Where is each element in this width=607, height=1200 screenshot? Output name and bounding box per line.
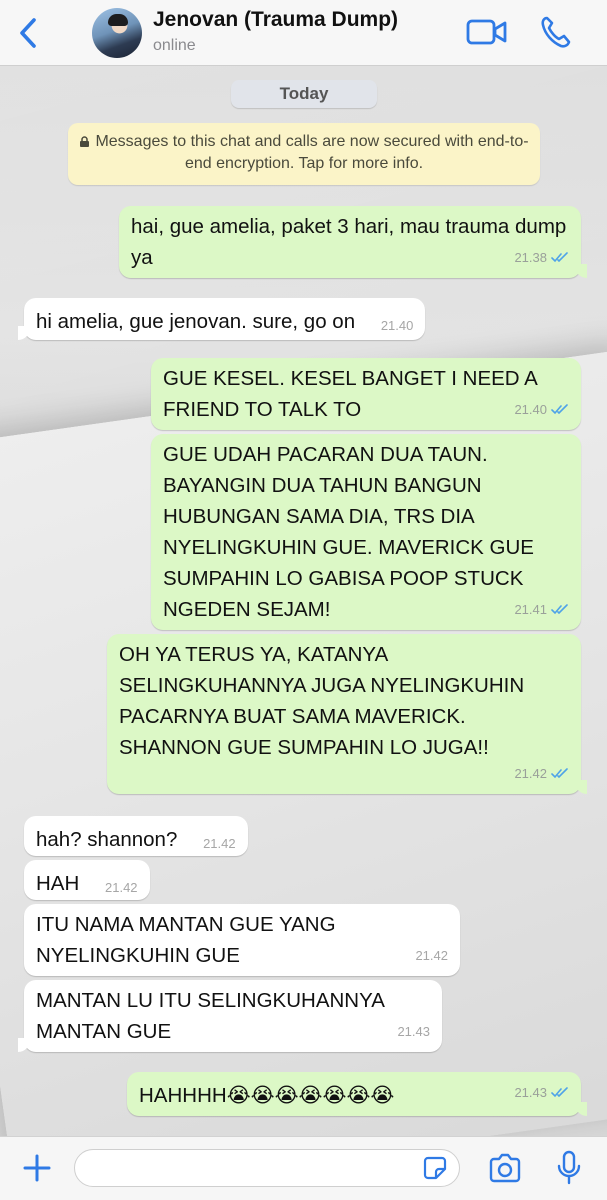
phone-icon [541,16,571,48]
camera-button[interactable] [488,1153,522,1183]
message-meta: 21.40 [381,310,414,341]
message-bubble-incoming[interactable]: MANTAN LU ITU SELINGKUHANNYA MANTAN GUE … [18,980,442,1052]
message-text: HAHHHH😭😭😭😭😭😭😭 [139,1084,395,1107]
message-time: 21.43 [397,1024,430,1039]
contact-status: online [153,37,196,54]
double-check-icon [551,252,568,263]
message-bubble-incoming[interactable]: hah? shannon? 21.42 [24,816,248,856]
message-time: 21.41 [514,602,547,617]
message-meta: 21.42 [105,872,138,903]
message-text: OH YA TERUS YA, KATANYA SELINGKUHANNYA J… [119,643,525,759]
message-bubble-outgoing[interactable]: GUE KESEL. KESEL BANGET I NEED A FRIEND … [151,358,581,430]
message-time: 21.38 [514,250,547,265]
video-call-button[interactable] [466,17,508,47]
lock-icon [80,136,90,147]
chat-header: Jenovan (Trauma Dump) online [0,0,607,66]
message-time: 21.40 [514,402,547,417]
message-bubble-incoming[interactable]: HAH 21.42 [24,860,150,900]
double-check-icon [551,1087,568,1098]
message-bubble-incoming[interactable]: ITU NAMA MANTAN GUE YANG NYELINGKUHIN GU… [24,904,460,976]
message-composer [0,1136,607,1200]
chat-screen: Jenovan (Trauma Dump) online Today Messa… [0,0,607,1200]
message-text: GUE UDAH PACARAN DUA TAUN. BAYANGIN DUA … [163,443,534,621]
sticker-icon [423,1156,447,1180]
voice-call-button[interactable] [539,14,573,50]
microphone-button[interactable] [557,1150,581,1186]
message-time: 21.42 [514,766,547,781]
video-camera-icon [466,19,507,45]
message-bubble-incoming[interactable]: hi amelia, gue jenovan. sure, go on 21.4… [17,298,426,341]
message-list[interactable]: Today Messages to this chat and calls ar… [0,66,607,1136]
camera-icon [489,1153,521,1183]
message-time: 21.40 [380,318,414,333]
message-text: hai, gue amelia, paket 3 hari, mau traum… [131,215,567,269]
message-meta: 21.42 [415,940,448,971]
message-time: 21.42 [415,948,448,963]
double-check-icon [551,604,568,615]
message-text: HAH [36,872,80,895]
message-time: 21.43 [514,1085,547,1100]
encryption-notice-text: Messages to this chat and calls are now … [95,133,529,172]
message-input[interactable] [74,1149,460,1187]
encryption-notice[interactable]: Messages to this chat and calls are now … [68,123,540,185]
message-bubble-outgoing[interactable]: HAHHHH😭😭😭😭😭😭😭 21.43 [127,1072,587,1116]
message-meta: 21.38 [514,242,569,273]
double-check-icon [551,768,568,779]
microphone-icon [557,1150,581,1185]
message-text: hi amelia, gue jenovan. sure, go on [36,310,356,333]
date-separator: Today [231,80,377,108]
chevron-left-icon [20,18,36,48]
attach-button[interactable] [22,1153,52,1183]
sticker-button[interactable] [423,1156,447,1180]
message-text: hah? shannon? [36,828,178,851]
double-check-icon [551,404,568,415]
contact-avatar[interactable] [92,8,142,58]
message-bubble-outgoing[interactable]: OH YA TERUS YA, KATANYA SELINGKUHANNYA J… [107,634,587,794]
message-text: GUE KESEL. KESEL BANGET I NEED A FRIEND … [163,367,537,421]
message-bubble-outgoing[interactable]: hai, gue amelia, paket 3 hari, mau traum… [119,206,587,278]
message-time: 21.42 [105,880,138,895]
message-meta: 21.43 [397,1016,430,1047]
message-meta: 21.40 [514,394,569,425]
back-button[interactable] [14,16,44,50]
plus-icon [23,1154,51,1182]
message-bubble-outgoing[interactable]: GUE UDAH PACARAN DUA TAUN. BAYANGIN DUA … [151,434,581,630]
message-meta: 21.42 [514,758,569,789]
message-text: MANTAN LU ITU SELINGKUHANNYA MANTAN GUE [36,989,384,1043]
message-text: ITU NAMA MANTAN GUE YANG NYELINGKUHIN GU… [36,913,336,967]
message-meta: 21.42 [203,828,236,859]
message-meta: 21.41 [514,594,569,625]
contact-name[interactable]: Jenovan (Trauma Dump) [153,8,398,32]
message-time: 21.42 [203,836,236,851]
message-meta: 21.43 [514,1077,569,1108]
